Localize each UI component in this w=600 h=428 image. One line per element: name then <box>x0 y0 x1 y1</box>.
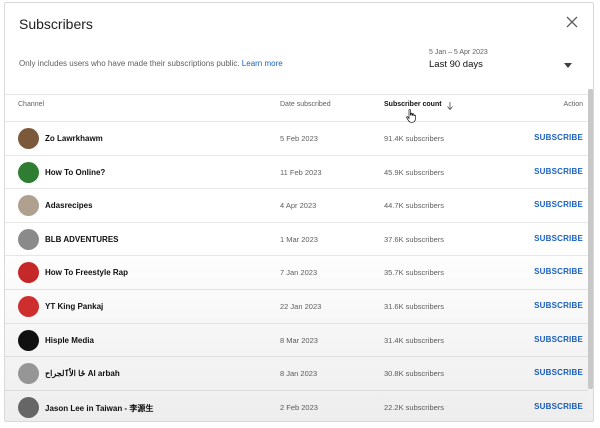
subscriber-count: 45.9K subscribers <box>384 167 445 177</box>
avatar[interactable] <box>18 195 39 217</box>
avatar[interactable] <box>18 262 39 284</box>
table-row: Zo Lawrkhawm 5 Feb 2023 91.4K subscribers S… <box>5 122 593 156</box>
subscriber-count: 31.4K subscribers <box>384 335 445 345</box>
column-header-subscriber-count[interactable]: Subscriber count <box>384 101 442 108</box>
channel-name[interactable]: How To Freestyle Rap <box>45 268 128 277</box>
privacy-note: Only includes users who have made their … <box>19 59 283 68</box>
date-subscribed: 7 Jan 2023 <box>280 268 318 278</box>
avatar[interactable] <box>18 228 39 250</box>
subscriber-count: 31.6K subscribers <box>384 301 445 311</box>
subscriber-count: 35.7K subscribers <box>384 268 445 278</box>
channel-name[interactable]: Hisple Media <box>45 336 94 345</box>
table-row: YT King Pankaj 22 Jan 2023 31.6K subscribe… <box>5 290 593 324</box>
date-range-label: Last 90 days <box>429 59 483 70</box>
date-subscribed: 1 Mar 2023 <box>280 234 318 244</box>
caret-down-icon[interactable] <box>561 60 575 70</box>
column-header-channel: Channel <box>18 101 45 108</box>
subscriber-count: 91.4K subscribers <box>384 134 445 143</box>
channel-name[interactable]: How To Online? <box>45 168 105 177</box>
table-row: How To Freestyle Rap 7 Jan 2023 35.7K subs… <box>5 256 593 290</box>
column-header-action: Action <box>563 101 583 108</box>
subscribe-button[interactable]: SUBSCRIBE <box>534 267 583 276</box>
dialog-title: Subscribers <box>19 16 93 32</box>
table-row: How To Online? 11 Feb 2023 45.9K subscribe… <box>5 156 593 190</box>
avatar[interactable] <box>18 295 39 317</box>
avatar[interactable] <box>18 363 39 385</box>
subscriber-count: 44.7K subscribers <box>384 201 445 211</box>
avatar[interactable] <box>18 396 39 418</box>
channel-name[interactable]: YT King Pankaj <box>45 302 103 311</box>
avatar[interactable] <box>18 161 39 183</box>
close-icon[interactable] <box>565 15 579 29</box>
channel-name[interactable]: BLB ADVENTURES <box>45 235 118 244</box>
table-row: Jason Lee in Taiwan - 李源生 2 Feb 2023 22.2K… <box>5 391 593 421</box>
subscribe-button[interactable]: SUBSCRIBE <box>534 167 583 176</box>
subscriber-count: 22.2K subscribers <box>384 402 445 412</box>
subscriber-count: 30.8K subscribers <box>384 369 445 379</box>
subscribe-button[interactable]: SUBSCRIBE <box>534 335 583 344</box>
table-header: Channel Date subscribed Subscriber count… <box>5 95 593 122</box>
channel-name[interactable]: Zo Lawrkhawm <box>45 134 103 143</box>
scrollbar-thumb[interactable] <box>588 89 593 389</box>
date-subscribed: 22 Jan 2023 <box>280 301 322 311</box>
table-row: BLB ADVENTURES 1 Mar 2023 37.6K subscriber… <box>5 223 593 257</box>
dialog-subheader: Only includes users who have made their … <box>5 45 593 95</box>
subscribe-button[interactable]: SUBSCRIBE <box>534 368 583 377</box>
subscriber-count: 37.6K subscribers <box>384 234 445 244</box>
subscribers-dialog: Subscribers Only includes users who have… <box>4 2 594 422</box>
table-row: Hisple Media 8 Mar 2023 31.4K subscribers S… <box>5 324 593 358</box>
learn-more-link[interactable]: Learn more <box>242 59 283 68</box>
date-subscribed: 11 Feb 2023 <box>280 167 322 177</box>
avatar[interactable] <box>18 128 39 149</box>
pointer-hand-icon <box>406 109 416 123</box>
date-range-selector[interactable]: 5 Jan – 5 Apr 2023 Last 90 days <box>429 49 488 70</box>
arrow-down-icon[interactable] <box>446 101 454 111</box>
subscribe-button[interactable]: SUBSCRIBE <box>534 301 583 310</box>
date-subscribed: 2 Feb 2023 <box>280 402 318 412</box>
subscribe-button[interactable]: SUBSCRIBE <box>534 402 583 411</box>
table-row: Adasrecipes 4 Apr 2023 44.7K subscribers SU… <box>5 189 593 223</box>
subscribe-button[interactable]: SUBSCRIBE <box>534 200 583 209</box>
date-subscribed: 4 Apr 2023 <box>280 201 317 211</box>
subscriber-list: Zo Lawrkhawm 5 Feb 2023 91.4K subscribers S… <box>5 122 593 421</box>
column-header-date[interactable]: Date subscribed <box>280 101 331 108</box>
channel-name[interactable]: Adasrecipes <box>45 201 93 210</box>
date-range-dates: 5 Jan – 5 Apr 2023 <box>429 49 488 56</box>
avatar[interactable] <box>18 329 39 351</box>
subscribe-button[interactable]: SUBSCRIBE <box>534 234 583 243</box>
date-subscribed: 8 Jan 2023 <box>280 369 318 379</box>
channel-name[interactable]: Jason Lee in Taiwan - 李源生 <box>45 403 153 414</box>
channel-name[interactable]: ځا الاُٱلجراح Al arbah <box>45 369 120 378</box>
subscribe-button[interactable]: SUBSCRIBE <box>534 133 583 142</box>
date-subscribed: 8 Mar 2023 <box>280 335 318 345</box>
date-subscribed: 5 Feb 2023 <box>280 134 318 143</box>
privacy-note-text: Only includes users who have made their … <box>19 59 240 68</box>
table-row: ځا الاُٱلجراح Al arbah 8 Jan 2023 30.8K su… <box>5 357 593 391</box>
